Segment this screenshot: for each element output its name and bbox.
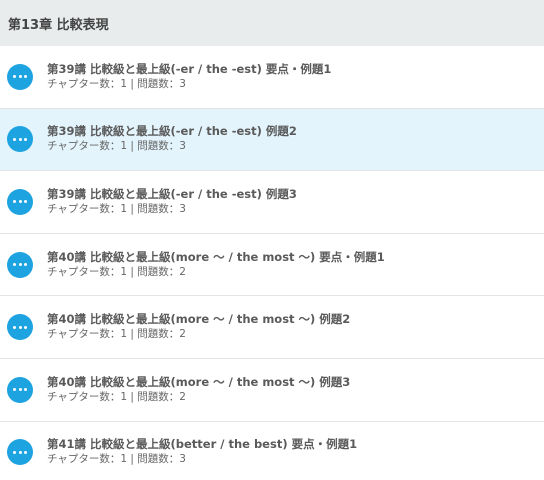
lesson-item[interactable]: 第41講 比較級と最上級(better / the best) 要点・例題1 チ… <box>0 421 544 480</box>
lesson-title[interactable]: 第40講 比較級と最上級(more ～ / the most ～) 要点・例題1 <box>47 250 385 265</box>
lesson-title[interactable]: 第39講 比較級と最上級(-er / the -est) 要点・例題1 <box>47 62 331 77</box>
lesson-meta: チャプター数：1 | 問題数：2 <box>47 265 186 278</box>
lesson-item[interactable]: 第39講 比較級と最上級(-er / the -est) 例題3 チャプター数：… <box>0 171 544 234</box>
lesson-title[interactable]: 第41講 比較級と最上級(better / the best) 要点・例題1 <box>47 437 357 452</box>
lesson-title[interactable]: 第39講 比較級と最上級(-er / the -est) 例題2 <box>47 124 297 139</box>
lesson-meta: チャプター数：1 | 問題数：2 <box>47 390 186 403</box>
lesson-item[interactable]: 第40講 比較級と最上級(more ～ / the most ～) 要点・例題1… <box>0 233 544 297</box>
lesson-meta: チャプター数：1 | 問題数：3 <box>47 140 186 153</box>
more-dots-icon[interactable] <box>7 188 33 215</box>
more-dots-icon[interactable] <box>7 126 33 153</box>
lesson-item[interactable]: 第40講 比較級と最上級(more ～ / the most ～) 例題2 チャ… <box>0 296 544 359</box>
lesson-meta: チャプター数：1 | 問題数：2 <box>47 328 186 341</box>
lesson-item[interactable]: 第40講 比較級と最上級(more ～ / the most ～) 例題3 チャ… <box>0 358 544 422</box>
more-dots-icon[interactable] <box>7 63 33 90</box>
lesson-item[interactable]: 第39講 比較級と最上級(-er / the -est) 例題2 チャプター数：… <box>0 108 544 172</box>
more-dots-icon[interactable] <box>7 376 33 403</box>
more-dots-icon[interactable] <box>7 314 33 341</box>
more-dots-icon[interactable] <box>7 439 33 466</box>
lesson-meta: チャプター数：1 | 問題数：3 <box>47 77 186 90</box>
lesson-title[interactable]: 第40講 比較級と最上級(more ～ / the most ～) 例題2 <box>47 312 350 327</box>
chapter-title: 第13章 比較表現 <box>8 17 109 33</box>
lesson-title[interactable]: 第39講 比較級と最上級(-er / the -est) 例題3 <box>47 187 297 202</box>
lesson-meta: チャプター数：1 | 問題数：3 <box>47 453 186 466</box>
lesson-item[interactable]: 第39講 比較級と最上級(-er / the -est) 要点・例題1 チャプタ… <box>0 46 544 109</box>
lesson-list: 第39講 比較級と最上級(-er / the -est) 要点・例題1 チャプタ… <box>0 46 544 480</box>
chapter-header: 第13章 比較表現 <box>0 0 544 46</box>
lesson-meta: チャプター数：1 | 問題数：3 <box>47 202 186 215</box>
more-dots-icon[interactable] <box>7 251 33 278</box>
lesson-title[interactable]: 第40講 比較級と最上級(more ～ / the most ～) 例題3 <box>47 375 350 390</box>
